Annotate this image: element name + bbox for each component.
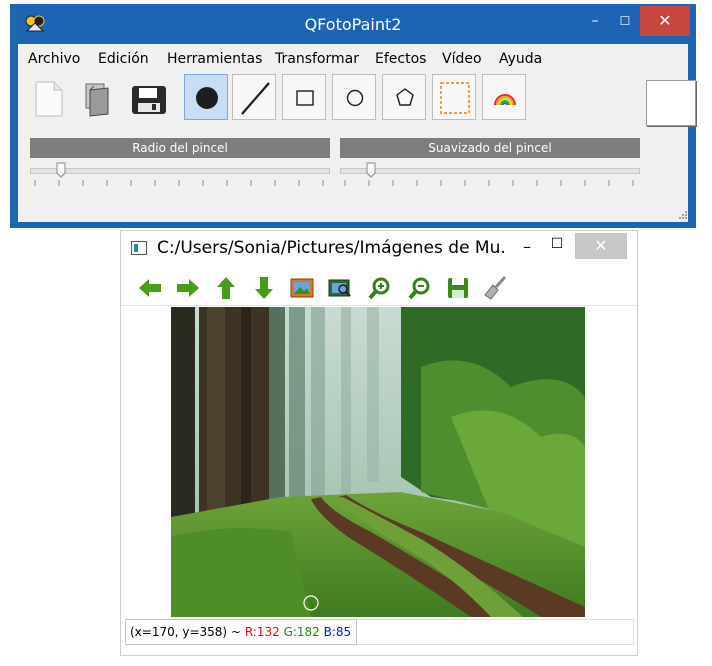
save-icon[interactable] xyxy=(445,275,471,301)
open-icon xyxy=(85,83,109,117)
ellipse-icon xyxy=(346,89,364,107)
menu-ayuda[interactable]: Ayuda xyxy=(499,51,542,67)
viewer-title: C:/Users/Sonia/Pictures/Imágenes de Mu..… xyxy=(157,238,507,258)
forest-photo[interactable] xyxy=(171,307,585,617)
maximize-button[interactable]: ☐ xyxy=(612,8,638,34)
zoom-in-icon[interactable] xyxy=(367,275,393,301)
window-icon xyxy=(131,241,147,255)
new-document-icon xyxy=(35,81,63,117)
rainbow-icon xyxy=(494,94,516,106)
line-icon xyxy=(241,82,270,115)
new-document-button[interactable] xyxy=(26,74,72,122)
selection-icon xyxy=(440,82,470,114)
arrow-left-icon[interactable] xyxy=(137,275,163,301)
open-button[interactable] xyxy=(74,74,120,122)
toolbar xyxy=(18,74,696,126)
viewer-maximize-button[interactable]: ☐ xyxy=(545,236,569,252)
viewer-minimize-button[interactable]: – xyxy=(515,237,539,256)
brush-point-tool[interactable] xyxy=(184,74,228,120)
current-color-swatch[interactable] xyxy=(646,80,696,126)
viewer-title-bar[interactable]: C:/Users/Sonia/Pictures/Imágenes de Mu..… xyxy=(121,231,637,267)
picture-icon[interactable] xyxy=(289,275,315,301)
title-bar[interactable]: QFotoPaint2 – ☐ ✕ xyxy=(10,4,696,44)
brush-point-icon xyxy=(196,87,218,109)
line-tool[interactable] xyxy=(232,74,276,120)
brush-smoothing-ticks xyxy=(344,180,634,186)
save-button[interactable] xyxy=(126,74,172,122)
selection-tool[interactable] xyxy=(432,74,476,120)
brush-smoothing-label: Suavizado del pincel xyxy=(340,138,640,158)
ellipse-tool[interactable] xyxy=(332,74,376,120)
brush-radius-slider[interactable] xyxy=(30,168,330,174)
zoom-out-icon[interactable] xyxy=(407,275,433,301)
viewer-close-button[interactable]: ✕ xyxy=(575,233,627,259)
menu-efectos[interactable]: Efectos xyxy=(375,51,426,67)
brush-smoothing-thumb[interactable] xyxy=(366,162,376,178)
minimize-button[interactable]: – xyxy=(582,8,608,34)
resize-grip-icon[interactable] xyxy=(678,210,688,220)
rectangle-tool[interactable] xyxy=(282,74,326,120)
polygon-icon xyxy=(396,88,414,106)
brush-radius-label: Radio del pincel xyxy=(30,138,330,158)
brush-radius-ticks xyxy=(34,180,324,186)
main-window: QFotoPaint2 – ☐ ✕ Archivo Edición Herram… xyxy=(10,4,696,228)
image-zoom-icon[interactable] xyxy=(327,275,353,301)
brush-smoothing-slider[interactable] xyxy=(340,168,640,174)
status-bar-filler xyxy=(357,619,634,645)
menu-edicion[interactable]: Edición xyxy=(98,51,149,67)
rectangle-icon xyxy=(296,90,314,106)
main-client-area: Archivo Edición Herramientas Transformar… xyxy=(18,44,696,222)
arrow-right-icon[interactable] xyxy=(175,275,201,301)
arrow-up-icon[interactable] xyxy=(213,275,239,301)
image-viewer-window: C:/Users/Sonia/Pictures/Imágenes de Mu..… xyxy=(120,230,638,656)
save-icon xyxy=(132,86,166,114)
brush-icon[interactable] xyxy=(483,275,509,301)
status-bar: (x=170, y=358) ~ R:132 G:182 B:85 xyxy=(125,619,357,645)
brush-radius-thumb[interactable] xyxy=(56,162,66,178)
menu-transformar[interactable]: Transformar xyxy=(275,51,359,67)
menu-bar: Archivo Edición Herramientas Transformar… xyxy=(18,48,688,70)
rainbow-tool[interactable] xyxy=(482,74,526,120)
red-value: R:132 xyxy=(244,625,280,639)
menu-herramientas[interactable]: Herramientas xyxy=(167,51,262,67)
viewer-toolbar xyxy=(121,269,637,306)
blue-value: B:85 xyxy=(323,625,352,639)
pixel-coords: (x=170, y=358) ~ xyxy=(130,625,241,639)
menu-archivo[interactable]: Archivo xyxy=(28,51,80,67)
polygon-tool[interactable] xyxy=(382,74,426,120)
arrow-down-icon[interactable] xyxy=(251,275,277,301)
menu-video[interactable]: Vídeo xyxy=(442,51,482,67)
green-value: G:182 xyxy=(283,625,320,639)
close-button[interactable]: ✕ xyxy=(640,6,690,36)
